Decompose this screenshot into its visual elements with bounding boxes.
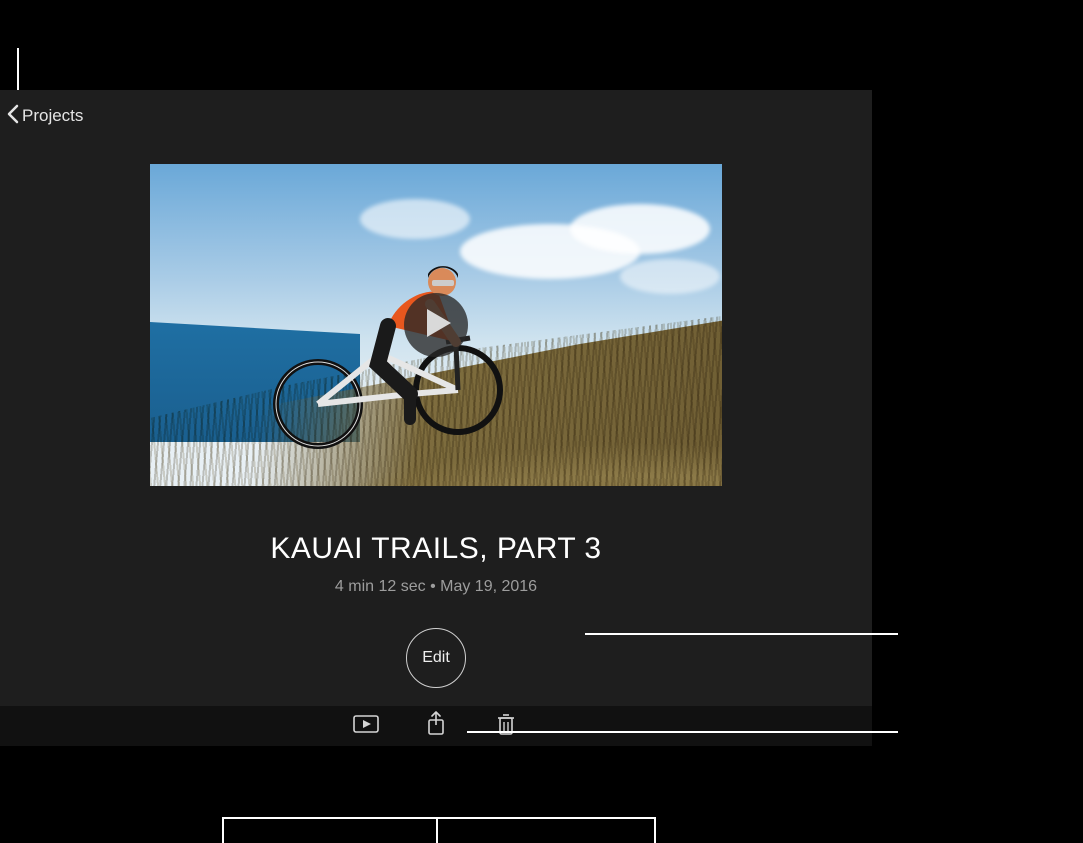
video-thumbnail[interactable] — [150, 164, 722, 486]
annotation-line — [467, 731, 898, 733]
play-overlay-button[interactable] — [404, 293, 468, 357]
annotation-line — [436, 817, 438, 843]
annotation-line — [585, 633, 898, 635]
annotation-tick — [17, 48, 19, 90]
project-title[interactable]: KAUAI TRAILS, PART 3 — [270, 532, 601, 566]
chevron-left-icon — [6, 104, 22, 129]
play-rect-icon — [353, 715, 379, 738]
edit-button[interactable]: Edit — [406, 628, 466, 688]
annotation-line — [222, 817, 224, 843]
project-meta: 4 min 12 sec • May 19, 2016 — [335, 578, 537, 596]
project-detail: KAUAI TRAILS, PART 3 4 min 12 sec • May … — [0, 142, 872, 706]
cyclist-illustration — [260, 234, 540, 454]
play-fullscreen-button[interactable] — [351, 711, 381, 741]
bottom-toolbar — [0, 706, 872, 746]
back-label: Projects — [22, 106, 83, 126]
share-button[interactable] — [421, 711, 451, 741]
navbar: Projects — [0, 90, 872, 142]
trash-icon — [496, 712, 516, 741]
edit-label: Edit — [422, 649, 450, 667]
play-icon — [421, 309, 451, 342]
app-panel: Projects — [0, 90, 872, 746]
annotation-line — [222, 817, 656, 819]
annotation-line — [654, 817, 656, 843]
back-button[interactable]: Projects — [6, 104, 83, 129]
delete-button[interactable] — [491, 711, 521, 741]
share-icon — [426, 711, 446, 742]
